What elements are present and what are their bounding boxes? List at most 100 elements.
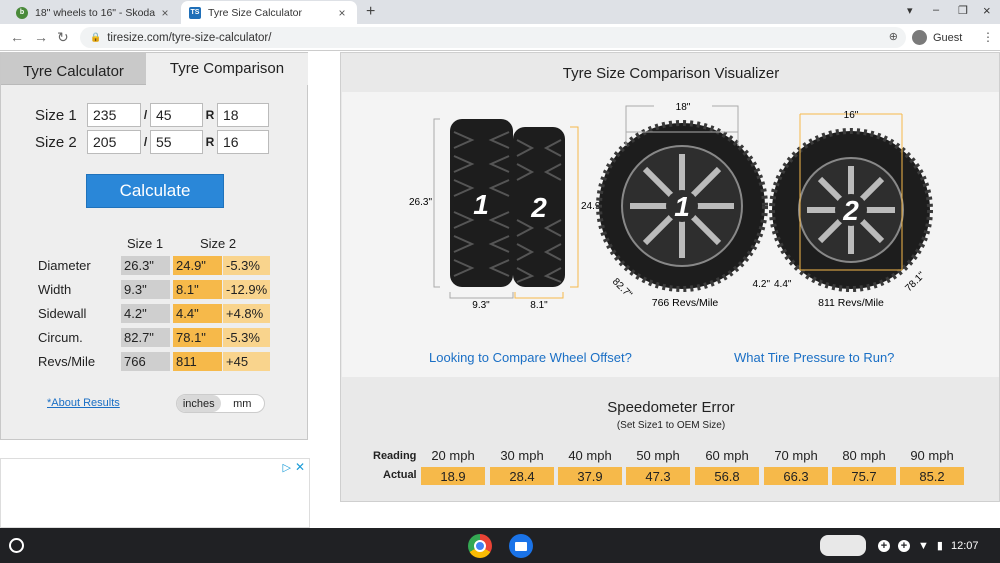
lock-icon: 🔒 — [90, 32, 102, 42]
size2-row: Size 2 205 / 55 R 16 — [35, 130, 269, 154]
result-diff: -12.9% — [223, 280, 270, 299]
actual-cell: 47.3 — [626, 467, 690, 485]
tab-search-icon[interactable]: ▾ — [907, 4, 913, 17]
tab-title: Tyre Size Calculator — [208, 6, 302, 19]
result-diff: +4.8% — [223, 304, 270, 323]
tire1-revs-label: 766 Revs/Mile — [652, 297, 719, 309]
size2-ratio-input[interactable]: 55 — [150, 130, 203, 154]
tire2-circumference-label: 78.1" — [903, 270, 927, 294]
calculate-button[interactable]: Calculate — [86, 174, 224, 208]
reading-cell: 40 mph — [568, 448, 612, 463]
tire1-side-number: 1 — [473, 189, 489, 220]
rim-separator: R — [205, 135, 215, 149]
tab-tyre-calculator[interactable]: Tyre Calculator — [1, 53, 146, 85]
result-row-sidewall: Sidewall 4.2" 4.4" +4.8% — [38, 304, 270, 323]
rim-separator: R — [205, 108, 215, 122]
zoom-icon[interactable]: ⊕ — [889, 30, 898, 43]
size1-rim-input[interactable]: 18 — [217, 103, 269, 127]
notification-thumbnail[interactable] — [820, 535, 866, 556]
profile-button[interactable]: Guest — [912, 27, 962, 48]
actual-cell: 37.9 — [558, 467, 622, 485]
tire2-front-view: 2 — [769, 128, 933, 292]
size1-column-header: Size 1 — [127, 236, 164, 251]
tire-pressure-link[interactable]: What Tire Pressure to Run? — [734, 350, 894, 365]
size2-label: Size 2 — [35, 133, 77, 151]
battery-icon: ▮ — [936, 540, 943, 552]
tire-illustration: 1 2 26.3" 24.9" 9.3" 8.1" 1 18" 82.7" 4.… — [342, 92, 999, 377]
visualizer-title: Tyre Size Comparison Visualizer — [562, 65, 780, 82]
reading-cell: 90 mph — [910, 448, 954, 463]
minimize-button[interactable]: – — [933, 4, 939, 16]
size2-rim-input[interactable]: 16 — [217, 130, 269, 154]
chrome-app-icon[interactable] — [468, 534, 492, 558]
url-field[interactable]: 🔒 tiresize.com/tyre-size-calculator/ ⊕ — [80, 27, 906, 48]
result-name: Revs/Mile — [38, 354, 96, 369]
compare-wheel-offset-link[interactable]: Looking to Compare Wheel Offset? — [429, 350, 632, 365]
status-area[interactable]: + + ▼ ▮ 12:07 — [878, 534, 978, 557]
browser-tab-skoda[interactable]: b 18" wheels to 16" - Skoda Superb × — [8, 1, 180, 24]
result-diff: -5.3% — [223, 328, 270, 347]
add-icon: + — [898, 539, 910, 552]
reading-cell: 20 mph — [431, 448, 475, 463]
size2-column-header: Size 2 — [200, 236, 237, 251]
result-size1: 82.7" — [121, 328, 170, 347]
new-tab-button[interactable]: + — [366, 3, 375, 21]
tab-close-icon[interactable]: × — [158, 6, 172, 20]
actual-cell: 18.9 — [421, 467, 485, 485]
speedometer-subtitle: (Set Size1 to OEM Size) — [616, 420, 726, 431]
launcher-icon[interactable] — [9, 538, 24, 553]
forward-arrow-icon[interactable]: → — [34, 29, 48, 45]
tire1-rim-label: 18" — [676, 102, 691, 113]
tire1-front-number: 1 — [674, 191, 690, 222]
maximize-button[interactable]: ❐ — [958, 4, 968, 17]
result-name: Width — [38, 282, 72, 297]
tire2-rim-label: 16" — [844, 110, 859, 121]
result-size1: 4.2" — [121, 304, 170, 323]
tab-tyre-comparison[interactable]: Tyre Comparison — [146, 53, 308, 85]
tire2-width-label: 8.1" — [530, 300, 548, 311]
reading-cell: 60 mph — [705, 448, 749, 463]
reading-label: Reading — [373, 450, 417, 462]
files-app-icon[interactable] — [509, 534, 533, 558]
size1-ratio-input[interactable]: 45 — [150, 103, 203, 127]
add-icon: + — [878, 539, 890, 552]
actual-cell: 75.7 — [832, 467, 896, 485]
tire2-sidewall-label: 4.4" — [774, 279, 792, 290]
about-results-link[interactable]: *About Results — [47, 397, 120, 409]
tiresize-favicon-icon: TS — [189, 6, 201, 19]
reading-cell: 50 mph — [636, 448, 680, 463]
ad-close-icon[interactable]: ✕ — [295, 460, 305, 474]
result-size2: 78.1" — [173, 328, 222, 347]
wifi-icon: ▼ — [918, 539, 929, 552]
back-arrow-icon[interactable]: ← — [10, 29, 24, 45]
ad-banner[interactable]: ▷ ✕ — [0, 458, 310, 528]
slash-separator: / — [143, 108, 148, 122]
reload-icon[interactable]: ↻ — [57, 29, 69, 46]
tab-close-icon[interactable]: × — [335, 6, 349, 20]
result-size1: 766 — [121, 352, 170, 371]
result-name: Sidewall — [38, 306, 87, 321]
result-row-revs: Revs/Mile 766 811 +45 — [38, 352, 270, 371]
ad-choices-icon[interactable]: ▷ — [283, 461, 291, 474]
address-bar: ← → ↻ 🔒 tiresize.com/tyre-size-calculato… — [0, 24, 1000, 51]
close-window-button[interactable]: × — [983, 3, 991, 18]
menu-kebab-icon[interactable]: ⋮ — [982, 30, 994, 44]
tire-diagram: 1 2 26.3" 24.9" 9.3" 8.1" 1 18" 82.7" 4.… — [409, 102, 933, 311]
size1-row: Size 1 235 / 45 R 18 — [35, 103, 269, 127]
result-size2: 24.9" — [173, 256, 222, 275]
result-row-diameter: Diameter 26.3" 24.9" -5.3% — [38, 256, 270, 275]
unit-inches-option[interactable]: inches — [177, 395, 221, 412]
slash-separator: / — [143, 135, 148, 149]
unit-mm-option[interactable]: mm — [221, 395, 265, 412]
size1-width-input[interactable]: 235 — [87, 103, 141, 127]
actual-label: Actual — [383, 469, 417, 481]
actual-cell: 85.2 — [900, 467, 964, 485]
result-size2: 4.4" — [173, 304, 222, 323]
tire1-width-label: 9.3" — [472, 300, 490, 311]
result-name: Circum. — [38, 330, 83, 345]
size2-width-input[interactable]: 205 — [87, 130, 141, 154]
result-name: Diameter — [38, 258, 91, 273]
unit-toggle[interactable]: inches mm — [176, 394, 265, 413]
tire1-front-view: 1 — [596, 120, 768, 292]
browser-tab-tyre-calculator[interactable]: TS Tyre Size Calculator × — [181, 1, 357, 24]
